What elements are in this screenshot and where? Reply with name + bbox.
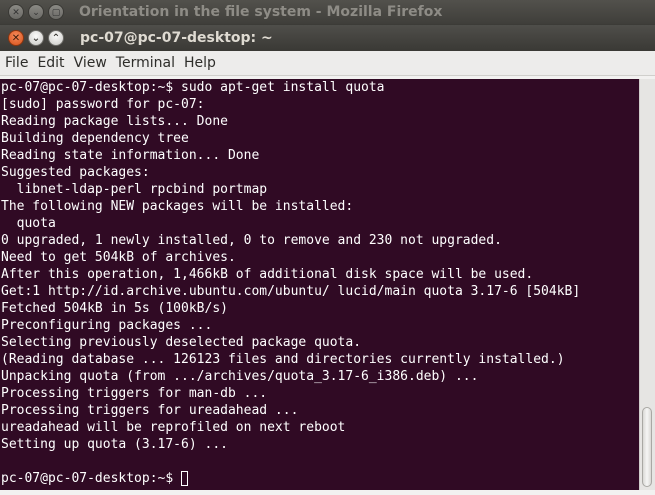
background-firefox-window[interactable]: ✕ ⌄ ▢ Orientation in the file system - M…: [0, 0, 655, 24]
menu-help[interactable]: Help: [180, 55, 220, 71]
close-icon[interactable]: ✕: [8, 30, 24, 46]
terminal-area: pc-07@pc-07-desktop:~$ sudo apt-get inst…: [0, 79, 655, 495]
terminal-line: Get:1 http://id.archive.ubuntu.com/ubunt…: [1, 284, 581, 299]
terminal-line: pc-07@pc-07-desktop:~$ sudo apt-get inst…: [1, 80, 385, 95]
background-window-controls: ✕ ⌄ ▢: [8, 4, 68, 20]
shell-prompt: pc-07@pc-07-desktop:~$: [1, 471, 182, 486]
terminal-output[interactable]: pc-07@pc-07-desktop:~$ sudo apt-get inst…: [0, 79, 639, 495]
terminal-line: ureadahead will be reprofiled on next re…: [1, 420, 346, 435]
terminal-line: After this operation, 1,466kB of additio…: [1, 267, 534, 282]
menu-file[interactable]: File: [1, 55, 32, 71]
terminal-window: ✕ ⌄ ⌃ pc-07@pc-07-desktop: ~ File Edit V…: [0, 25, 655, 495]
terminal-line: Processing triggers for ureadahead ...: [1, 403, 299, 418]
maximize-icon[interactable]: ⌃: [48, 30, 64, 46]
background-maximize-icon[interactable]: ▢: [48, 4, 64, 20]
menubar: File Edit View Terminal Help: [0, 51, 655, 76]
menu-edit[interactable]: Edit: [33, 55, 68, 71]
minimize-icon[interactable]: ⌄: [28, 30, 44, 46]
menu-view[interactable]: View: [70, 55, 111, 71]
terminal-line: Building dependency tree: [1, 131, 189, 146]
window-titlebar[interactable]: ✕ ⌄ ⌃ pc-07@pc-07-desktop: ~: [0, 25, 655, 51]
background-window-title: Orientation in the file system - Mozilla…: [79, 4, 443, 20]
window-bottom-border: [0, 490, 655, 495]
terminal-line: Processing triggers for man-db ...: [1, 386, 268, 401]
terminal-line: quota: [1, 216, 56, 231]
terminal-line: Reading state information... Done: [1, 148, 260, 163]
menu-terminal[interactable]: Terminal: [112, 55, 179, 71]
window-title: pc-07@pc-07-desktop: ~: [80, 30, 273, 46]
terminal-line: Suggested packages:: [1, 165, 150, 180]
vertical-scrollbar[interactable]: [639, 79, 655, 495]
terminal-line: Unpacking quota (from .../archives/quota…: [1, 369, 479, 384]
terminal-line: Setting up quota (3.17-6) ...: [1, 437, 228, 452]
background-close-icon[interactable]: ✕: [8, 4, 24, 20]
terminal-line: Selecting previously deselected package …: [1, 335, 362, 350]
terminal-line: (Reading database ... 126123 files and d…: [1, 352, 565, 367]
terminal-line: Need to get 504kB of archives.: [1, 250, 236, 265]
terminal-line: Reading package lists... Done: [1, 114, 228, 129]
terminal-line: The following NEW packages will be insta…: [1, 199, 354, 214]
terminal-line: Preconfiguring packages ...: [1, 318, 213, 333]
terminal-prompt-line[interactable]: pc-07@pc-07-desktop:~$: [1, 470, 639, 487]
text-cursor: [181, 471, 189, 486]
scrollbar-thumb[interactable]: [642, 407, 652, 487]
terminal-line: Fetched 504kB in 5s (100kB/s): [1, 301, 228, 316]
background-minimize-icon[interactable]: ⌄: [28, 4, 44, 20]
window-controls: ✕ ⌄ ⌃: [8, 30, 68, 46]
terminal-line: 0 upgraded, 1 newly installed, 0 to remo…: [1, 233, 502, 248]
terminal-line: [sudo] password for pc-07:: [1, 97, 205, 112]
terminal-line: libnet-ldap-perl rpcbind portmap: [1, 182, 268, 197]
